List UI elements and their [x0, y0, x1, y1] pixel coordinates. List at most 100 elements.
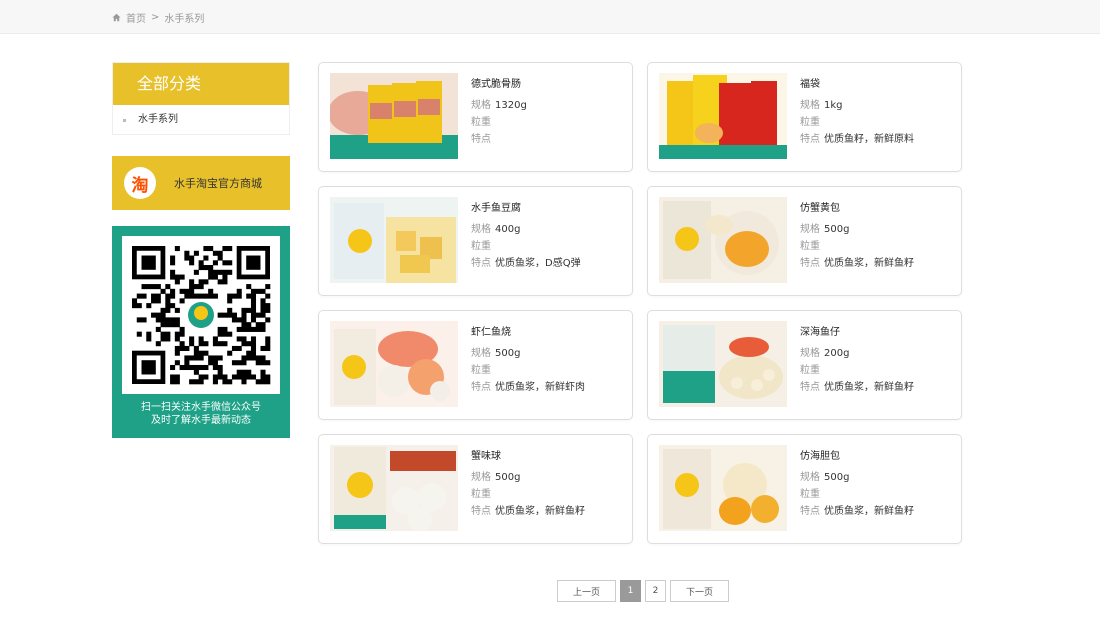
weight-label: 粒重	[471, 489, 491, 500]
weight-label: 粒重	[800, 489, 820, 500]
product-card[interactable]: 深海鱼仔规格 200g 粒重特点 优质鱼浆，新鲜鱼籽	[647, 310, 962, 420]
feature-label: 特点	[471, 506, 491, 517]
product-card[interactable]: 虾仁鱼烧 规格 500g 粒重 特点 优质鱼浆，新鲜虾肉	[318, 310, 633, 420]
feature-label: 特点	[471, 134, 491, 145]
product-feature: 特点 优质鱼浆，新鲜鱼籽	[800, 502, 914, 517]
page-1-button[interactable]: 1	[620, 580, 641, 602]
page-2-button[interactable]: 2	[645, 580, 666, 602]
product-weight: 粒重	[800, 237, 824, 252]
spec-value: 500g	[495, 348, 521, 359]
product-weight: 粒重	[471, 113, 495, 128]
feature-value: 优质鱼浆，新鲜虾肉	[495, 382, 585, 393]
spec-value: 200g	[824, 348, 850, 359]
product-image[interactable]	[659, 73, 787, 159]
next-page-button[interactable]: 下一页	[670, 580, 729, 602]
product-name[interactable]: 仿海胆包	[800, 447, 840, 462]
feature-value: 优质鱼浆，新鲜鱼籽	[824, 506, 914, 517]
weight-label: 粒重	[471, 117, 491, 128]
product-card[interactable]: 仿海胆包规格 500g 粒重特点 优质鱼浆，新鲜鱼籽	[647, 434, 962, 544]
wechat-qr-panel: 扫一扫关注水手微信公众号 及时了解水手最新动态	[112, 226, 290, 438]
product-spec: 规格 1kg	[800, 96, 843, 111]
product-image[interactable]	[659, 197, 787, 283]
category-title: 全部分类	[113, 63, 289, 105]
product-spec: 规格 500g	[800, 468, 849, 483]
product-name[interactable]: 深海鱼仔	[800, 323, 840, 338]
product-spec: 规格 400g	[471, 220, 520, 235]
product-feature: 特点 优质鱼浆，新鲜鱼籽	[800, 254, 914, 269]
feature-label: 特点	[800, 134, 820, 145]
feature-value: 优质鱼浆，D感Q弹	[495, 258, 581, 269]
product-spec: 规格 500g	[800, 220, 849, 235]
weight-label: 粒重	[471, 365, 491, 376]
spec-label: 规格	[471, 100, 491, 111]
product-spec: 规格 500g	[471, 468, 520, 483]
product-weight: 粒重	[471, 237, 495, 252]
product-image[interactable]	[330, 197, 458, 283]
product-card[interactable]: 蟹味球规格 500g 粒重特点 优质鱼浆，新鲜鱼籽	[318, 434, 633, 544]
product-name[interactable]: 福袋	[800, 75, 820, 90]
product-spec: 规格 1320g	[471, 96, 527, 111]
weight-label: 粒重	[471, 241, 491, 252]
taobao-logo-icon: 淘	[124, 167, 156, 199]
qr-caption-line2: 及时了解水手最新动态	[151, 415, 251, 426]
product-feature: 特点 优质鱼浆，新鲜鱼籽	[471, 502, 585, 517]
qr-caption-line1: 扫一扫关注水手微信公众号	[141, 402, 261, 413]
spec-value: 400g	[495, 224, 521, 235]
spec-label: 规格	[800, 472, 820, 483]
product-name[interactable]: 水手鱼豆腐	[471, 199, 521, 214]
feature-label: 特点	[471, 382, 491, 393]
category-item-sailor-series[interactable]: 水手系列	[113, 105, 289, 135]
weight-label: 粒重	[800, 365, 820, 376]
taobao-store-label: 水手淘宝官方商城	[174, 177, 262, 190]
category-panel: 全部分类 水手系列	[112, 62, 290, 135]
breadcrumb-separator: >	[151, 12, 160, 23]
qr-code-image	[122, 236, 280, 394]
product-card[interactable]: 福袋规格 1kg 粒重特点 优质鱼籽，新鲜原料	[647, 62, 962, 172]
spec-label: 规格	[471, 472, 491, 483]
product-name[interactable]: 虾仁鱼烧	[471, 323, 511, 338]
feature-label: 特点	[800, 382, 820, 393]
pagination: 上一页 1 2 下一页	[557, 580, 729, 602]
spec-value: 500g	[824, 224, 850, 235]
spec-value: 1320g	[495, 100, 527, 111]
product-image[interactable]	[659, 321, 787, 407]
spec-label: 规格	[800, 100, 820, 111]
product-weight: 粒重	[800, 485, 824, 500]
product-card[interactable]: 水手鱼豆腐规格 400g 粒重特点 优质鱼浆，D感Q弹	[318, 186, 633, 296]
product-card[interactable]: 仿蟹黄包规格 500g 粒重特点 优质鱼浆，新鲜鱼籽	[647, 186, 962, 296]
weight-label: 粒重	[800, 117, 820, 128]
product-feature: 特点 优质鱼籽，新鲜原料	[800, 130, 914, 145]
taobao-store-link[interactable]: 淘 水手淘宝官方商城	[112, 156, 290, 210]
product-name[interactable]: 仿蟹黄包	[800, 199, 840, 214]
product-feature: 特点 优质鱼浆，D感Q弹	[471, 254, 581, 269]
home-icon[interactable]	[112, 13, 121, 22]
prev-page-button[interactable]: 上一页	[557, 580, 616, 602]
weight-label: 粒重	[800, 241, 820, 252]
product-card[interactable]: 德式脆骨肠规格 1320g 粒重特点	[318, 62, 633, 172]
product-weight: 粒重	[471, 361, 495, 376]
spec-label: 规格	[800, 348, 820, 359]
product-feature: 特点 优质鱼浆，新鲜鱼籽	[800, 378, 914, 393]
feature-label: 特点	[471, 258, 491, 269]
spec-label: 规格	[471, 224, 491, 235]
product-weight: 粒重	[471, 485, 495, 500]
product-image[interactable]	[659, 445, 787, 531]
product-weight: 粒重	[800, 113, 824, 128]
product-feature: 特点 优质鱼浆，新鲜虾肉	[471, 378, 585, 393]
spec-value: 500g	[495, 472, 521, 483]
product-image[interactable]	[330, 73, 458, 159]
spec-label: 规格	[800, 224, 820, 235]
feature-value: 优质鱼浆，新鲜鱼籽	[495, 506, 585, 517]
feature-label: 特点	[800, 258, 820, 269]
product-name[interactable]: 德式脆骨肠	[471, 75, 521, 90]
product-image[interactable]	[330, 445, 458, 531]
feature-value: 优质鱼浆，新鲜鱼籽	[824, 382, 914, 393]
product-feature: 特点	[471, 130, 495, 145]
breadcrumb-home[interactable]: 首页	[126, 10, 146, 25]
product-spec: 规格 200g	[800, 344, 849, 359]
feature-label: 特点	[800, 506, 820, 517]
product-image[interactable]	[330, 321, 458, 407]
spec-value: 1kg	[824, 100, 843, 111]
product-name[interactable]: 蟹味球	[471, 447, 501, 462]
feature-value: 优质鱼籽，新鲜原料	[824, 134, 914, 145]
